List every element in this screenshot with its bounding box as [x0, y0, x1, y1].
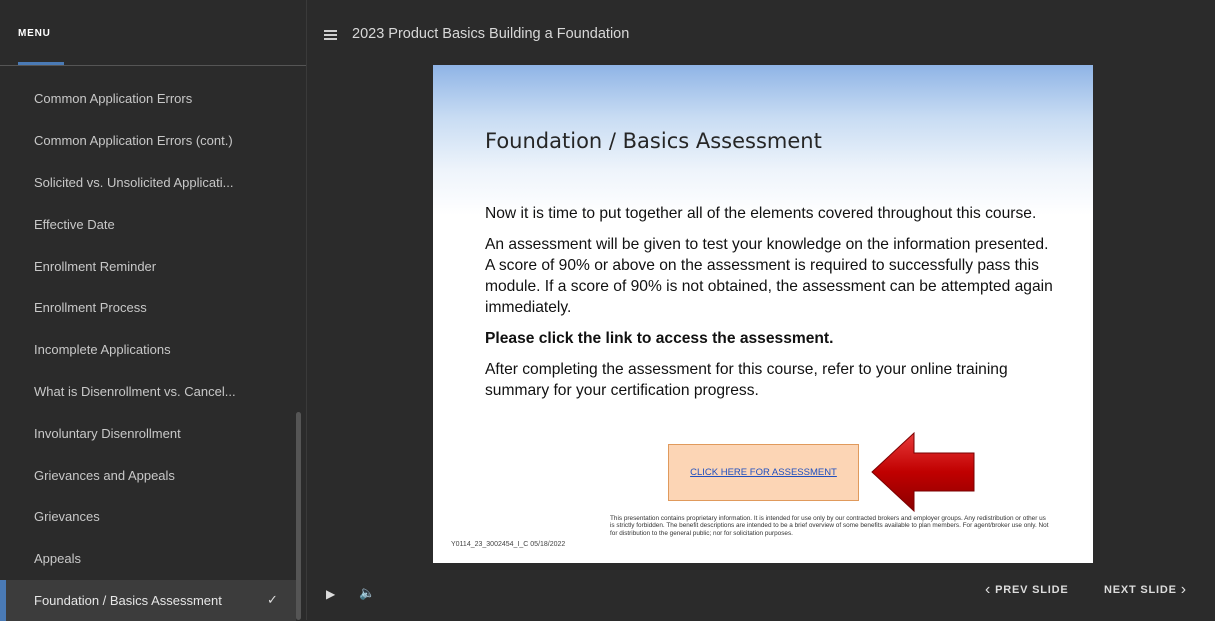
red-arrow-icon [871, 431, 975, 513]
sidebar-header: MENU [0, 0, 306, 66]
player-controls: ▶ 🔈 ‹ PREV SLIDE NEXT SLIDE › [307, 578, 1215, 620]
slide-paragraph: An assessment will be given to test your… [485, 236, 1053, 316]
slide-paragraph: After completing the assessment for this… [485, 361, 1008, 399]
assessment-link[interactable]: CLICK HERE FOR ASSESSMENT [690, 467, 837, 478]
menu-item-enrollment-process[interactable]: Enrollment Process [0, 287, 296, 329]
document-code: Y0114_23_3002454_I_C 05/18/2022 [451, 541, 566, 548]
menu-item-label: Grievances [34, 509, 100, 525]
slide-body: Now it is time to put together all of th… [485, 203, 1055, 411]
menu-item-label: Enrollment Process [34, 300, 147, 316]
menu-item-grievances[interactable]: Grievances [0, 496, 296, 538]
prev-slide-button[interactable]: ‹ PREV SLIDE [985, 581, 1069, 598]
slide-paragraph-emphasis: Please click the link to access the asse… [485, 330, 834, 347]
menu-item-involuntary-disenrollment[interactable]: Involuntary Disenrollment [0, 412, 296, 454]
disclaimer-text: This presentation contains proprietary i… [610, 515, 1049, 537]
menu-item-label: Foundation / Basics Assessment [34, 592, 222, 608]
menu-item-common-application-errors-cont[interactable]: Common Application Errors (cont.) [0, 120, 296, 162]
slide-paragraph: Now it is time to put together all of th… [485, 205, 1037, 222]
course-title: 2023 Product Basics Building a Foundatio… [352, 26, 630, 42]
menu-tab-indicator [18, 62, 64, 65]
prev-slide-label: PREV SLIDE [995, 584, 1069, 596]
chevron-right-icon: › [1180, 581, 1187, 598]
menu-item-label: Common Application Errors [34, 91, 193, 107]
chevron-left-icon: ‹ [985, 581, 992, 598]
hamburger-icon[interactable] [324, 30, 337, 40]
menu-item-common-application-errors[interactable]: Common Application Errors [0, 78, 296, 120]
next-slide-label: NEXT SLIDE [1104, 584, 1177, 596]
menu-item-label: Common Application Errors (cont.) [34, 133, 233, 149]
menu-item-effective-date[interactable]: Effective Date [0, 203, 296, 245]
assessment-button[interactable]: CLICK HERE FOR ASSESSMENT [668, 444, 859, 501]
menu-item-appeals[interactable]: Appeals [0, 538, 296, 580]
volume-icon[interactable]: 🔈 [359, 585, 375, 601]
menu-item-label: Appeals [34, 551, 81, 567]
top-bar: 2023 Product Basics Building a Foundatio… [307, 0, 1215, 66]
menu-item-label: Grievances and Appeals [34, 467, 175, 483]
slide-content: Foundation / Basics Assessment Now it is… [433, 65, 1093, 563]
sidebar-scrollbar[interactable] [296, 412, 301, 620]
check-icon: ✓ [267, 592, 278, 608]
menu-item-label: Involuntary Disenrollment [34, 425, 181, 441]
menu-item-label: Solicited vs. Unsolicited Applicati... [34, 174, 234, 190]
menu-item-solicited-vs-unsolicited[interactable]: Solicited vs. Unsolicited Applicati... [0, 162, 296, 204]
menu-item-label: What is Disenrollment vs. Cancel... [34, 383, 236, 399]
slide-title: Foundation / Basics Assessment [485, 129, 822, 153]
menu-item-grievances-and-appeals[interactable]: Grievances and Appeals [0, 454, 296, 496]
menu-tab-label[interactable]: MENU [18, 28, 51, 39]
menu-item-label: Enrollment Reminder [34, 258, 157, 274]
sidebar: MENU Common Application Errors Common Ap… [0, 0, 307, 621]
menu-item-label: Effective Date [34, 216, 115, 232]
next-slide-button[interactable]: NEXT SLIDE › [1104, 581, 1187, 598]
menu-item-incomplete-applications[interactable]: Incomplete Applications [0, 329, 296, 371]
menu-item-enrollment-reminder[interactable]: Enrollment Reminder [0, 245, 296, 287]
menu-item-disenrollment-vs-cancel[interactable]: What is Disenrollment vs. Cancel... [0, 371, 296, 413]
play-icon[interactable]: ▶ [326, 587, 335, 601]
menu-list: Common Application Errors Common Applica… [0, 78, 296, 621]
menu-item-foundation-basics-assessment[interactable]: Foundation / Basics Assessment ✓ [0, 579, 296, 621]
menu-item-label: Incomplete Applications [34, 342, 171, 358]
